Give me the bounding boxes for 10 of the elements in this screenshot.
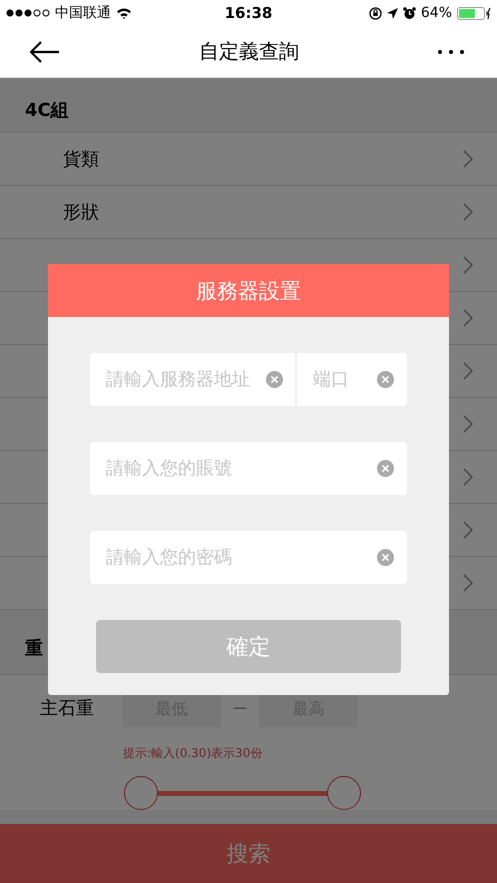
section-title: 重: [25, 637, 43, 660]
hint-text: 提示:輸入(0.30)表示30份: [123, 745, 264, 762]
range-separator: —: [233, 700, 247, 716]
carrier-name: 中国联通: [55, 4, 111, 22]
dialog-title: 服務器設置: [196, 278, 301, 304]
field-label: 主石重: [40, 697, 95, 720]
section-title: 4C組: [25, 99, 69, 122]
page-title: 自定義查詢: [199, 38, 299, 65]
battery-percent: 64%: [420, 5, 452, 21]
status-time: 16:38: [224, 4, 272, 22]
